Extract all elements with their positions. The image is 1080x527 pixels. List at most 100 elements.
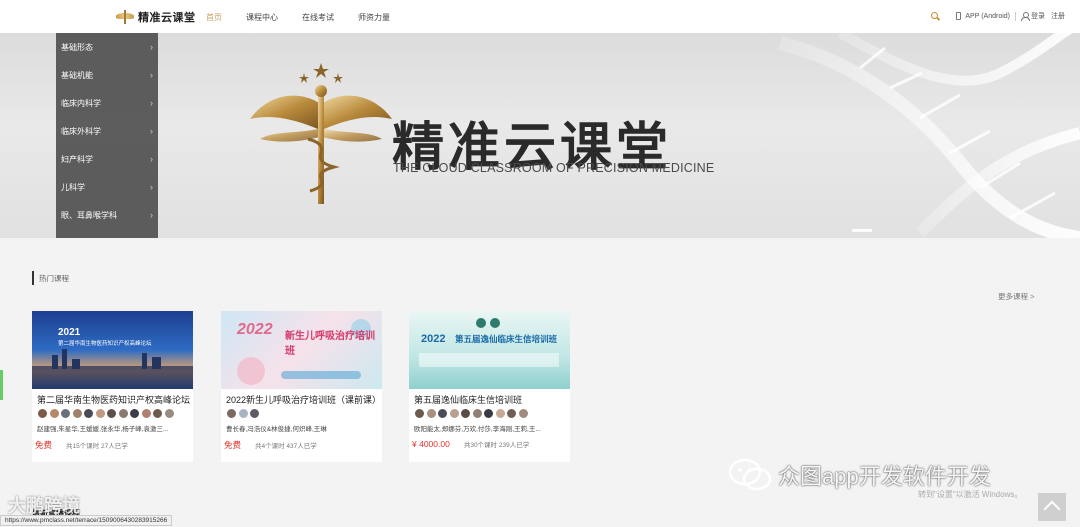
- avatar: [117, 408, 129, 419]
- course-meta: 共15个课时 27人已学: [66, 443, 128, 450]
- thumbnail-caption: 第五届逸仙临床生信培训班: [455, 334, 558, 344]
- thumbnail-decoration: [419, 318, 559, 367]
- status-bar-url: https://www.pmclass.net/terrace/15090064…: [0, 515, 173, 526]
- watermark-text: 众图app开发软件开发: [778, 464, 991, 489]
- avatar: [506, 408, 517, 419]
- wechat-icon: [728, 458, 772, 491]
- course-card[interactable]: 2021 第二届华南生物医药知识产权高峰论坛 第二届华南生物医药知识产权高峰论坛…: [32, 311, 193, 462]
- chevron-right-icon: ›: [150, 126, 153, 136]
- category-label: 眼、耳鼻喉学科: [61, 210, 117, 220]
- teacher-avatars: [409, 406, 570, 422]
- category-item[interactable]: 儿科学 ›: [56, 173, 158, 201]
- chevron-right-icon: ›: [150, 154, 153, 164]
- nav-faculty[interactable]: 师资力量: [358, 12, 390, 23]
- thumbnail-year: 2022: [237, 321, 273, 338]
- category-label: 儿科学: [61, 182, 85, 192]
- avatar: [152, 408, 163, 419]
- avatar: [414, 408, 425, 419]
- back-to-top-button[interactable]: [1038, 493, 1066, 521]
- avatar: [517, 408, 529, 419]
- teacher-avatars: [221, 406, 382, 422]
- course-thumbnail: 2022 第五届逸仙临床生信培训班: [409, 311, 570, 389]
- card-footer: ¥ 4000.00 共30个课时 239人已学: [409, 434, 570, 449]
- register-link[interactable]: 注册: [1051, 11, 1065, 21]
- app-download-link[interactable]: APP (Android): [965, 13, 1010, 20]
- logo-text: 精准云课堂: [138, 12, 196, 24]
- avatar: [60, 408, 71, 419]
- course-meta: 共30个课时 239人已学: [463, 442, 530, 449]
- avatar: [163, 408, 175, 419]
- course-price: ¥ 4000.00: [412, 439, 450, 449]
- category-item[interactable]: 临床外科学 ›: [56, 117, 158, 145]
- avatar: [494, 408, 506, 419]
- avatar: [237, 408, 249, 419]
- section-title: 热门课程: [39, 273, 69, 283]
- scroll-indicator: [0, 370, 3, 400]
- course-card[interactable]: 2022 新生儿呼吸治疗培训班 2022新生儿呼吸治疗培训班（课前课） 曹长春,…: [221, 311, 382, 462]
- avatar: [37, 408, 48, 419]
- course-thumbnail: 2021 第二届华南生物医药知识产权高峰论坛: [32, 311, 193, 389]
- card-footer: 免费 共4个课时 437人已学: [221, 434, 382, 451]
- main-nav: 首页 课程中心 在线考试 师资力量: [206, 12, 414, 23]
- chevron-right-icon: ›: [150, 182, 153, 192]
- category-item[interactable]: 妇产科学 ›: [56, 145, 158, 173]
- category-item[interactable]: 眼、耳鼻喉学科 ›: [56, 201, 158, 229]
- avatar: [483, 408, 494, 419]
- phone-icon: [956, 12, 962, 20]
- course-title[interactable]: 2022新生儿呼吸治疗培训班（课前课）: [221, 389, 382, 406]
- watermark-banner: 众图app开发软件开发: [728, 458, 991, 492]
- top-header: 精准云课堂 首页 课程中心 在线考试 师资力量 APP (Android) 登录…: [0, 0, 1080, 33]
- avatar: [448, 408, 460, 419]
- nav-course-center[interactable]: 课程中心: [246, 12, 278, 23]
- card-footer: 免费 共15个课时 27人已学: [32, 434, 193, 451]
- dna-helix-graphic: [778, 33, 1080, 238]
- banner-subtitle: THE CLOUD CLASSROOM OF PRECISION MEDICIN…: [393, 161, 715, 175]
- category-item[interactable]: 基础机能 ›: [56, 61, 158, 89]
- chevron-right-icon: ›: [150, 70, 153, 80]
- teacher-names: 欧阳能太,郑娜芬,万欢,付莎,李海刚,王莉,王...: [414, 426, 541, 433]
- category-label: 基础机能: [61, 70, 93, 80]
- course-title[interactable]: 第二届华南生物医药知识产权高峰论坛: [32, 389, 193, 406]
- hot-courses-heading: 热门课程: [32, 271, 69, 285]
- more-courses-link[interactable]: 更多课程 >: [998, 291, 1034, 302]
- chevron-right-icon: ›: [150, 42, 153, 52]
- site-logo[interactable]: 精准云课堂: [116, 9, 196, 25]
- avatar: [249, 408, 260, 419]
- teacher-names: 曹长春,冯浩仪&林俊捷,何炽峰,王琳: [226, 426, 327, 433]
- login-link[interactable]: 登录: [1031, 11, 1045, 21]
- avatar: [460, 408, 471, 419]
- category-label: 临床内科学: [61, 98, 101, 108]
- skyline-graphic: [32, 349, 193, 389]
- user-icon: [1021, 12, 1030, 21]
- category-label: 妇产科学: [61, 154, 93, 164]
- avatar: [106, 408, 117, 419]
- avatar: [129, 408, 140, 419]
- caduceus-emblem: [250, 63, 392, 204]
- chevron-right-icon: ›: [150, 210, 153, 220]
- teacher-avatars: [32, 406, 193, 422]
- category-label: 临床外科学: [61, 126, 101, 136]
- divider: [1015, 11, 1016, 21]
- nav-home[interactable]: 首页: [206, 12, 222, 23]
- course-price: 免费: [224, 440, 242, 450]
- section-accent-bar: [32, 271, 34, 285]
- nav-online-exam[interactable]: 在线考试: [302, 12, 334, 23]
- carousel-indicator[interactable]: [852, 229, 872, 232]
- avatar: [71, 408, 83, 419]
- hero-banner[interactable]: 精准云课堂 THE CLOUD CLASSROOM OF PRECISION M…: [0, 33, 1080, 238]
- course-title[interactable]: 第五届逸仙临床生信培训班: [409, 389, 570, 406]
- avatar: [94, 408, 106, 419]
- teacher-names: 赵建强,朱星华,王媛媛,张永华,杨子峰,袁激三...: [37, 426, 169, 433]
- header-actions: APP (Android) 登录 注册: [931, 11, 1065, 21]
- avatar: [83, 408, 94, 419]
- category-item[interactable]: 基础形态 ›: [56, 33, 158, 61]
- category-item[interactable]: 临床内科学 ›: [56, 89, 158, 117]
- thumbnail-year: 2022: [421, 333, 446, 345]
- avatar: [437, 408, 448, 419]
- search-icon[interactable]: [931, 11, 940, 21]
- course-card[interactable]: 2022 第五届逸仙临床生信培训班 第五届逸仙临床生信培训班 欧阳能太,郑娜芬,…: [409, 311, 570, 462]
- category-label: 基础形态: [61, 42, 93, 52]
- course-meta: 共4个课时 437人已学: [255, 443, 317, 450]
- avatar: [425, 408, 437, 419]
- thumbnail-caption: 第二届华南生物医药知识产权高峰论坛: [58, 341, 152, 347]
